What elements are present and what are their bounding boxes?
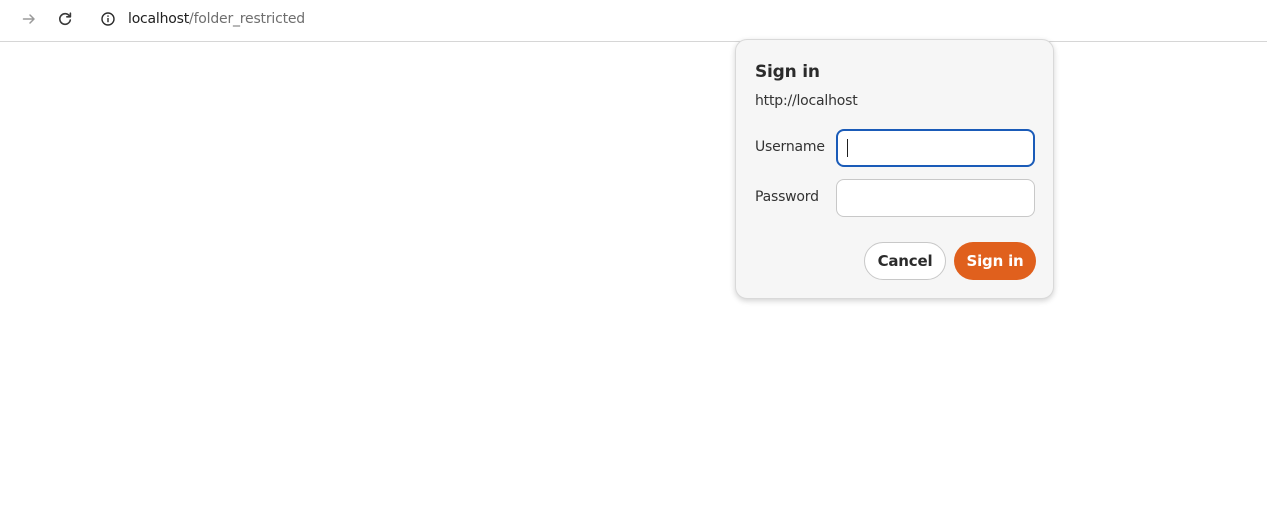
url-host: localhost [128, 11, 190, 27]
username-label: Username [755, 139, 825, 155]
url-path: /folder_restricted [189, 11, 305, 27]
reload-icon [59, 12, 72, 26]
info-icon [101, 12, 115, 26]
cancel-button[interactable]: Cancel [864, 242, 946, 280]
username-input[interactable] [836, 129, 1035, 167]
sign-in-button[interactable]: Sign in [954, 242, 1036, 280]
text-caret [847, 139, 848, 157]
reload-button[interactable] [51, 5, 79, 33]
arrow-right-icon [22, 14, 35, 24]
site-info-button[interactable] [98, 9, 118, 29]
password-input[interactable] [836, 179, 1035, 217]
browser-toolbar: localhost/folder_restricted [0, 0, 1267, 42]
forward-button[interactable] [15, 5, 43, 33]
address-bar[interactable]: localhost/folder_restricted [91, 3, 1267, 35]
dialog-title: Sign in [755, 62, 820, 82]
dialog-origin: http://localhost [755, 93, 858, 109]
url-text[interactable]: localhost/folder_restricted [128, 10, 305, 28]
sign-in-dialog: Sign in http://localhost Username Passwo… [735, 39, 1054, 299]
password-label: Password [755, 189, 819, 205]
